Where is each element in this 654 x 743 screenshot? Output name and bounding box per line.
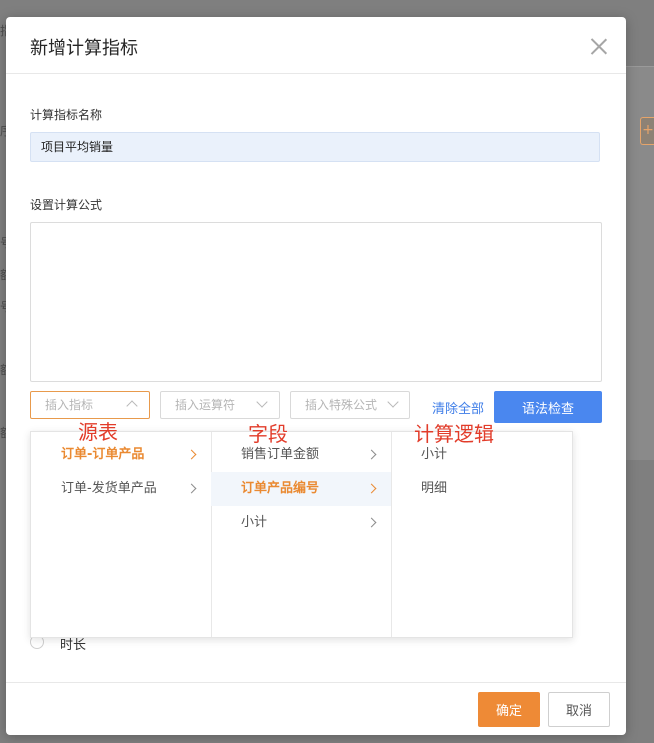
field-column: 销售订单金额 订单产品编号 小计 (211, 432, 392, 637)
chevron-right-icon (186, 449, 197, 460)
dialog-header: 新增计算指标 (6, 17, 626, 74)
field-option[interactable]: 订单产品编号 (211, 472, 391, 506)
indicator-name-input[interactable]: 项目平均销量 (30, 132, 600, 162)
chevron-up-icon (126, 400, 138, 412)
source-table-annotation: 源表 (78, 420, 118, 444)
chevron-down-icon (256, 396, 268, 408)
source-table-option[interactable]: 订单-发货单产品 (31, 472, 211, 506)
chevron-right-icon (366, 517, 377, 528)
dialog-footer: 确定 取消 (6, 682, 626, 735)
chevron-down-icon (387, 396, 399, 408)
insert-indicator-placeholder: 插入指标 (45, 398, 94, 412)
field-option-label: 小计 (241, 515, 268, 530)
confirm-button[interactable]: 确定 (478, 692, 540, 727)
source-table-option[interactable]: 订单-订单产品 (31, 438, 211, 472)
syntax-check-button[interactable]: 语法检查 (494, 391, 602, 423)
calc-logic-option-label: 明细 (421, 481, 448, 496)
field-annotation: 字段 (248, 422, 288, 446)
field-option[interactable]: 小计 (211, 506, 391, 540)
source-table-option-label: 订单-发货单产品 (61, 481, 157, 496)
indicator-name-label: 计算指标名称 (30, 108, 103, 122)
clear-all-link[interactable]: 清除全部 (432, 398, 484, 417)
chevron-right-icon (186, 483, 197, 494)
calc-logic-column: 小计 明细 (391, 432, 571, 637)
dialog-title: 新增计算指标 (30, 38, 138, 59)
formula-label: 设置计算公式 (30, 198, 103, 212)
insert-special-formula-placeholder: 插入特殊公式 (305, 398, 378, 412)
background-add-button: + (640, 117, 654, 145)
insert-indicator-select[interactable]: 插入指标 (30, 391, 150, 419)
field-option-label: 订单产品编号 (241, 481, 320, 496)
formula-textarea[interactable] (30, 222, 602, 382)
calc-logic-annotation: 计算逻辑 (414, 422, 494, 446)
insert-operator-select[interactable]: 插入运算符 (160, 391, 280, 419)
insert-special-formula-select[interactable]: 插入特殊公式 (290, 391, 410, 419)
field-option[interactable]: 销售订单金额 (211, 438, 391, 472)
calc-logic-option[interactable]: 明细 (391, 472, 571, 506)
indicator-cascader: 订单-订单产品 订单-发货单产品 销售订单金额 订单产品编号 小计 小计 明细 (30, 431, 573, 638)
chevron-right-icon (366, 449, 377, 460)
cancel-button[interactable]: 取消 (548, 692, 610, 727)
insert-operator-placeholder: 插入运算符 (175, 398, 236, 412)
chevron-right-icon (366, 483, 377, 494)
close-icon[interactable] (588, 35, 610, 57)
source-table-column: 订单-订单产品 订单-发货单产品 (31, 432, 212, 637)
